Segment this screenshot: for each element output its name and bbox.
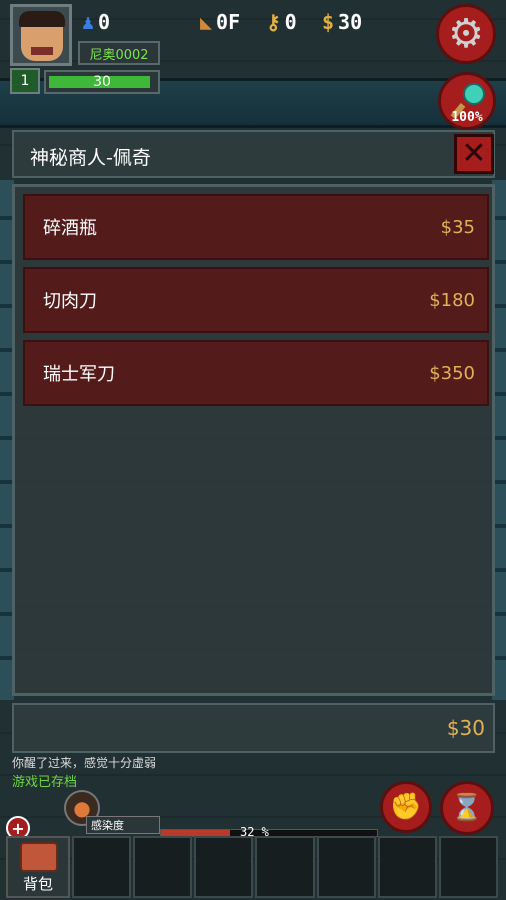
- quickslot[interactable]: [194, 836, 254, 898]
- quickslot[interactable]: [438, 836, 498, 898]
- attack-button[interactable]: ✊: [380, 781, 432, 833]
- shop-item[interactable]: 碎酒瓶 $35: [23, 194, 489, 260]
- close-button[interactable]: ✕: [454, 134, 494, 174]
- allies-count: 0: [98, 10, 111, 34]
- gold-count: 30: [338, 10, 363, 34]
- log-message-saved: 游戏已存档: [12, 775, 78, 790]
- quickslot[interactable]: [72, 836, 132, 898]
- wait-button[interactable]: ⌛: [440, 781, 494, 835]
- hourglass-icon: ⌛: [450, 793, 484, 823]
- infection-label: 感染度: [86, 816, 160, 834]
- quickslot[interactable]: [377, 836, 437, 898]
- key-icon: ⚷: [266, 10, 281, 34]
- dollar-icon: $: [322, 10, 335, 34]
- hp-bar: 30: [44, 70, 160, 94]
- shop-item-price: $180: [429, 289, 475, 311]
- quickslot[interactable]: [133, 836, 193, 898]
- shop-item-name: 碎酒瓶: [43, 218, 97, 239]
- allies-counter: ♟ 0: [82, 10, 110, 34]
- backpack-button[interactable]: 背包: [6, 836, 70, 898]
- shop-item[interactable]: 切肉刀 $180: [23, 267, 489, 333]
- allies-icon: ♟: [82, 10, 95, 34]
- search-percent: 100%: [451, 110, 483, 125]
- shop-item[interactable]: 瑞士军刀 $350: [23, 340, 489, 406]
- shop-item-list: 碎酒瓶 $35 切肉刀 $180 瑞士军刀 $350: [12, 184, 495, 696]
- backpack-label: 背包: [22, 875, 53, 893]
- quickslot-bar: [72, 836, 498, 898]
- floor-counter: ◣ 0F: [200, 10, 240, 34]
- backpack-icon: [20, 842, 58, 872]
- avatar-hair: [19, 11, 65, 27]
- log-message: 你醒了过来，感觉十分虚弱: [12, 756, 157, 770]
- shop-title: 神秘商人-佩奇: [30, 147, 151, 169]
- player-avatar[interactable]: [10, 4, 72, 66]
- shop-item-name: 切肉刀: [43, 291, 97, 312]
- keys-counter: ⚷ 0: [266, 10, 297, 34]
- close-icon: ✕: [461, 136, 487, 171]
- hp-value: 30: [93, 74, 111, 90]
- magnifier-icon: [463, 83, 485, 105]
- avatar-mouth: [31, 47, 53, 55]
- shop-title-bar: 神秘商人-佩奇: [12, 130, 495, 178]
- shop-item-price: $350: [429, 362, 475, 384]
- shop-item-name: 瑞士军刀: [43, 364, 115, 385]
- keys-count: 0: [284, 10, 297, 34]
- player-money: $30: [446, 716, 485, 740]
- player-level: 1: [10, 68, 40, 94]
- quickslot[interactable]: [316, 836, 376, 898]
- gear-icon: ⚙: [448, 11, 484, 57]
- settings-button[interactable]: ⚙: [436, 4, 496, 64]
- shop-money-bar: $30: [12, 703, 495, 753]
- gold-counter: $ 30: [322, 10, 362, 34]
- fist-icon: ✊: [389, 792, 423, 822]
- shop-item-price: $35: [440, 216, 475, 238]
- floor-value: 0F: [216, 10, 241, 34]
- quickslot[interactable]: [255, 836, 315, 898]
- player-name: 尼奥0002: [78, 41, 160, 65]
- stairs-icon: ◣: [200, 10, 213, 34]
